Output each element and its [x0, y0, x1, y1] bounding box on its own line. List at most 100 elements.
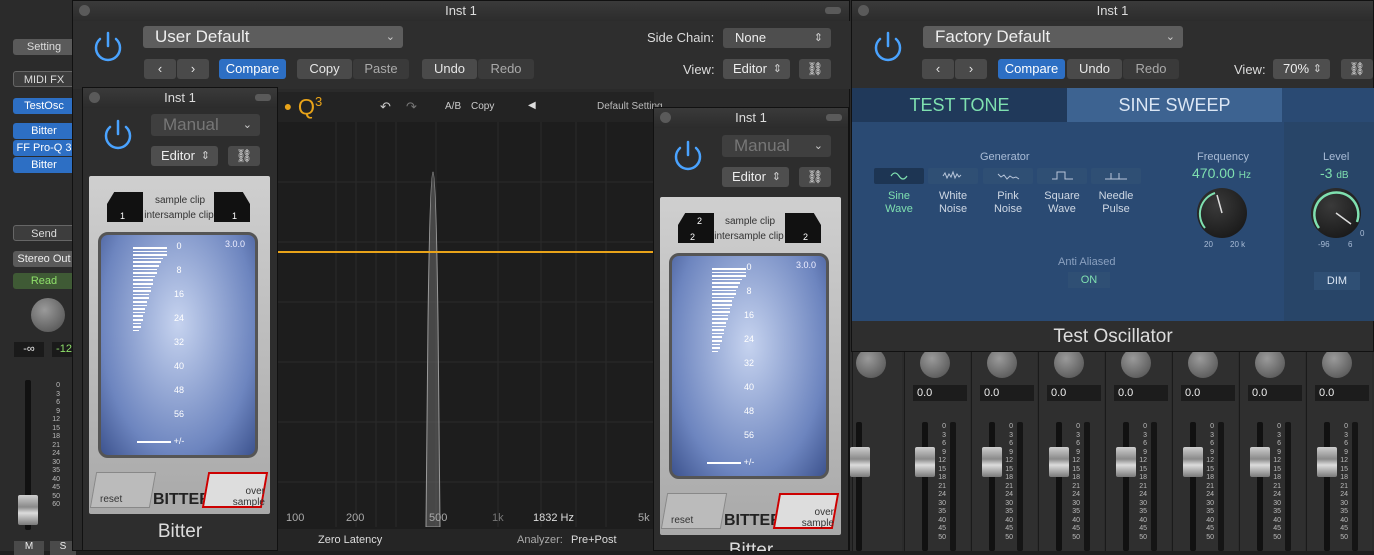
undo-icon[interactable]: ↶: [380, 99, 391, 115]
bitter-right-minimize-icon[interactable]: [826, 114, 842, 121]
generator-white-noise[interactable]: [928, 168, 978, 184]
osc-view-dropdown[interactable]: 70% ⇕: [1273, 59, 1330, 79]
bitter-left-close-icon[interactable]: [89, 92, 100, 103]
proq-power-icon[interactable]: [89, 28, 127, 66]
bitter-left-power-icon[interactable]: [99, 116, 137, 154]
dim-button[interactable]: DIM: [1314, 272, 1360, 290]
channel-volume-value[interactable]: 0.0: [980, 385, 1034, 401]
tab-sine-sweep[interactable]: SINE SWEEP: [1067, 88, 1282, 122]
bitter-left-preset-dropdown[interactable]: Manual ⌄: [151, 114, 260, 136]
meter-bar: [712, 275, 746, 277]
preset-prev-icon[interactable]: ◀: [528, 100, 536, 111]
instrument-slot[interactable]: TestOsc: [13, 98, 75, 114]
osc-compare-button[interactable]: Compare: [998, 59, 1065, 79]
pan-knob[interactable]: [31, 298, 65, 332]
bitter-left-link-icon[interactable]: ⛓: [228, 146, 260, 166]
proq-preset-dropdown[interactable]: User Default ⌄: [143, 26, 403, 48]
generator-square-wave[interactable]: [1037, 168, 1087, 184]
send-button[interactable]: Send: [13, 225, 75, 241]
prev-preset-button[interactable]: ‹: [144, 59, 176, 79]
automation-mode[interactable]: Read: [13, 273, 75, 289]
anti-aliased-toggle[interactable]: ON: [1068, 272, 1110, 288]
osc-preset-dropdown[interactable]: Factory Default ⌄: [923, 26, 1183, 48]
generator-sine-wave[interactable]: [874, 168, 924, 184]
channel-volume-value[interactable]: 0.0: [1114, 385, 1168, 401]
meter-scale-label: 0: [176, 241, 182, 251]
meter-bar: [133, 268, 157, 271]
meter-bar: [712, 332, 724, 335]
bitter-right-power-icon[interactable]: [669, 137, 707, 175]
osc-undo-button[interactable]: Undo: [1067, 59, 1122, 79]
view-dropdown[interactable]: Editor ⇕: [723, 59, 790, 79]
analyzer-value[interactable]: Pre+Post: [571, 534, 617, 546]
zero-latency[interactable]: Zero Latency: [318, 534, 382, 546]
fader-cap[interactable]: [1049, 447, 1069, 477]
channel-volume-value[interactable]: 0.0: [1181, 385, 1235, 401]
channel-volume-value[interactable]: 0.0: [1315, 385, 1369, 401]
osc-plugin-name: Test Oscillator: [1053, 326, 1173, 347]
bitter-left-minimize-icon[interactable]: [255, 94, 271, 101]
midi-fx-slot[interactable]: MIDI FX: [13, 71, 75, 87]
generator-needle-pulse[interactable]: [1091, 168, 1141, 184]
pan-knob[interactable]: [1054, 348, 1084, 378]
copy-button[interactable]: Copy: [297, 59, 352, 79]
fader-cap[interactable]: [1250, 447, 1270, 477]
fader-cap[interactable]: [1317, 447, 1337, 477]
osc-prev-preset-button[interactable]: ‹: [922, 59, 954, 79]
sidechain-dropdown[interactable]: None ⇕: [723, 28, 831, 48]
minimize-icon[interactable]: [825, 7, 841, 14]
generator-label-sine: Sine Wave: [885, 190, 913, 215]
pan-knob[interactable]: [1188, 348, 1218, 378]
link-icon[interactable]: ⛓: [799, 59, 831, 79]
pan-knob[interactable]: [856, 348, 886, 378]
bitter-right-preset-dropdown[interactable]: Manual ⌄: [722, 135, 831, 157]
fader-cap[interactable]: [850, 447, 870, 477]
eq-display: [276, 122, 654, 527]
channel-volume-value[interactable]: 0.0: [1248, 385, 1302, 401]
paste-button[interactable]: Paste: [353, 59, 409, 79]
bitter-left-view-dropdown[interactable]: Editor ⇕: [151, 146, 218, 166]
close-icon[interactable]: [79, 5, 90, 16]
insert-slot-1[interactable]: Bitter: [13, 123, 75, 139]
pan-knob[interactable]: [1121, 348, 1151, 378]
generator-pink-noise[interactable]: [983, 168, 1033, 184]
osc-redo-button[interactable]: Redo: [1123, 59, 1179, 79]
osc-next-preset-button[interactable]: ›: [955, 59, 987, 79]
redo-button[interactable]: Redo: [478, 59, 534, 79]
left-fader-cap[interactable]: [18, 495, 38, 525]
insert-slot-3[interactable]: Bitter: [13, 157, 75, 173]
fader-cap[interactable]: [1116, 447, 1136, 477]
proq-copy-button[interactable]: Copy: [471, 101, 494, 112]
insert-slot-2[interactable]: FF Pro-Q 3: [13, 140, 75, 156]
bitter-right-intersample-clip: intersample clip: [714, 231, 784, 242]
frequency-knob[interactable]: [1197, 188, 1247, 238]
channel-volume-value[interactable]: 0.0: [1047, 385, 1101, 401]
bitter-right-close-icon[interactable]: [660, 112, 671, 123]
bitter-right-link-icon[interactable]: ⛓: [799, 167, 831, 187]
pan-knob[interactable]: [1255, 348, 1285, 378]
mute-button[interactable]: M: [14, 541, 44, 555]
tab-test-tone[interactable]: TEST TONE: [852, 88, 1067, 122]
fader-cap[interactable]: [915, 447, 935, 477]
setting-button[interactable]: Setting: [13, 39, 75, 55]
undo-button[interactable]: Undo: [422, 59, 477, 79]
ab-button[interactable]: A/B: [445, 101, 461, 112]
osc-link-icon[interactable]: ⛓: [1341, 59, 1373, 79]
compare-button[interactable]: Compare: [219, 59, 286, 79]
osc-power-icon[interactable]: [869, 28, 907, 66]
meter-bar: [712, 336, 722, 338]
osc-close-icon[interactable]: [858, 5, 869, 16]
redo-icon[interactable]: ↷: [406, 99, 417, 115]
fader-cap[interactable]: [982, 447, 1002, 477]
fader-cap[interactable]: [1183, 447, 1203, 477]
pan-knob[interactable]: [1322, 348, 1352, 378]
next-preset-button[interactable]: ›: [177, 59, 209, 79]
bitter-right-clip-counter-1: [678, 213, 714, 243]
level-knob[interactable]: [1311, 188, 1361, 238]
output-slot[interactable]: Stereo Out: [13, 251, 75, 267]
pan-knob[interactable]: [920, 348, 950, 378]
pan-knob[interactable]: [987, 348, 1017, 378]
meter-bar: [712, 296, 734, 299]
channel-volume-value[interactable]: 0.0: [913, 385, 967, 401]
bitter-right-view-dropdown[interactable]: Editor ⇕: [722, 167, 789, 187]
